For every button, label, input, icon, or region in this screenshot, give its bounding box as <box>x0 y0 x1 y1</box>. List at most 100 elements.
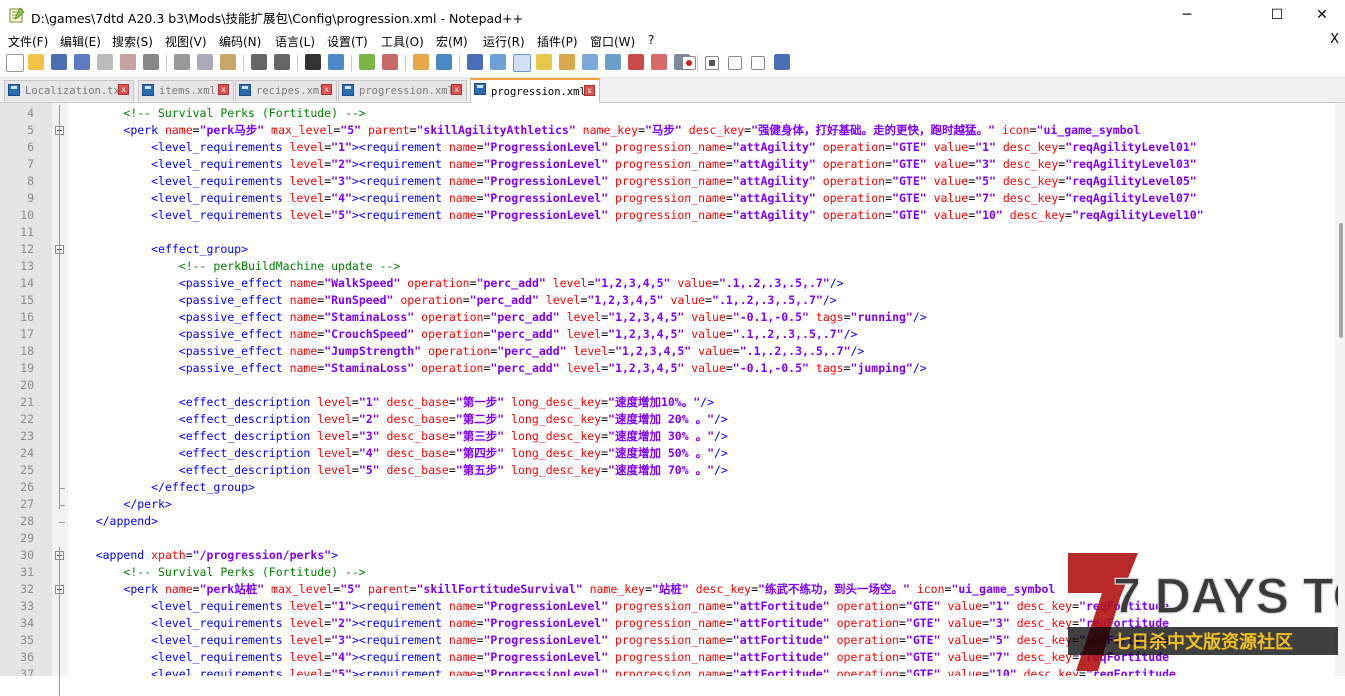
menu-view[interactable]: 视图(V) <box>165 33 207 50</box>
menu-search[interactable]: 搜索(S) <box>112 33 153 50</box>
code-token: level <box>289 633 325 647</box>
tab-close-icon[interactable]: x <box>118 84 129 95</box>
code-token: "StaminaLoss" <box>324 310 415 324</box>
sync-horizontal-icon[interactable] <box>436 54 452 70</box>
print-icon[interactable] <box>143 54 159 70</box>
maximize-button[interactable]: ☐ <box>1254 0 1300 31</box>
save-macro-icon[interactable] <box>774 54 790 70</box>
code-token: operation <box>815 191 886 205</box>
open-file-icon[interactable] <box>28 54 44 70</box>
word-wrap-icon[interactable] <box>467 54 483 70</box>
code-token: <passive_effect <box>178 361 290 375</box>
scrollbar-thumb[interactable] <box>1339 223 1343 338</box>
code-token: = <box>476 616 484 630</box>
toolbar-separator <box>297 55 298 71</box>
undo-icon[interactable] <box>251 54 267 70</box>
code-token: <level_requirements <box>151 191 290 205</box>
menu-help[interactable]: ? <box>648 33 654 47</box>
line-number: 35 <box>20 633 34 647</box>
code-token: "reqAgilityLevel01" <box>1065 140 1197 154</box>
tab-progression-1[interactable]: progression.xml x <box>338 80 467 101</box>
show-all-chars-icon[interactable] <box>490 54 506 70</box>
new-file-icon[interactable] <box>6 54 24 72</box>
code-token: <level_requirements <box>151 140 290 154</box>
code-token: level <box>566 344 609 358</box>
code-token: "2" <box>331 157 352 171</box>
replace-icon[interactable] <box>328 54 344 70</box>
code-token: desc_key <box>995 191 1059 205</box>
code-token: /> <box>714 429 728 443</box>
code-token: "perc_add" <box>490 327 560 341</box>
tab-close-icon[interactable]: x <box>451 84 462 95</box>
menu-tools[interactable]: 工具(O) <box>381 33 424 50</box>
close-icon[interactable] <box>97 54 113 70</box>
tab-localization[interactable]: Localization.txt x <box>4 80 134 101</box>
code-token: "3" <box>989 616 1010 630</box>
code-token: = <box>725 599 733 613</box>
document-icon[interactable] <box>628 54 644 70</box>
menu-edit[interactable]: 编辑(E) <box>60 33 101 50</box>
code-token: "ProgressionLevel" <box>483 191 609 205</box>
stop-macro-icon[interactable] <box>705 56 719 70</box>
folder-icon[interactable] <box>651 54 667 70</box>
sync-vertical-icon[interactable] <box>413 54 429 70</box>
code-token: /> <box>714 463 728 477</box>
paste-icon[interactable] <box>220 54 236 70</box>
tab-close-icon[interactable]: x <box>321 84 332 95</box>
folder-workspace-icon[interactable] <box>605 54 621 70</box>
code-line: <level_requirements level = "4"><requireme… <box>68 649 1169 666</box>
menu-encoding[interactable]: 编码(N) <box>219 33 261 50</box>
play-multiple-icon[interactable] <box>751 56 765 70</box>
cut-icon[interactable] <box>174 54 190 70</box>
code-line: <effect_description level="2" desc_base=… <box>68 411 728 428</box>
code-token: <!-- Survival Perks (Fortitude) --> <box>123 565 366 579</box>
udl-icon[interactable] <box>536 54 552 70</box>
save-all-icon[interactable] <box>74 54 90 70</box>
tab-items[interactable]: items.xml x <box>138 80 234 101</box>
toolbar-separator <box>405 55 406 71</box>
redo-icon[interactable] <box>274 54 290 70</box>
indent-guide-icon[interactable] <box>513 54 531 72</box>
save-icon[interactable] <box>51 54 67 70</box>
menu-file[interactable]: 文件(F) <box>8 33 48 50</box>
close-document-button[interactable]: X <box>1330 32 1339 47</box>
menu-settings[interactable]: 设置(T) <box>327 33 368 50</box>
code-token: = <box>476 157 484 171</box>
menu-macro[interactable]: 宏(M) <box>436 33 468 50</box>
tab-close-icon[interactable]: x <box>218 84 229 95</box>
code-token: = <box>982 667 989 676</box>
code-token: level <box>289 208 325 222</box>
function-list-icon[interactable] <box>582 54 598 70</box>
close-window-button[interactable]: ✕ <box>1299 0 1345 31</box>
code-token: "速度增加10%。" <box>608 395 701 409</box>
code-token: "/progression/perks" <box>192 548 332 562</box>
tab-recipes[interactable]: recipes.xml x <box>235 80 337 101</box>
line-number: 26 <box>20 480 34 494</box>
zoom-in-icon[interactable] <box>359 54 375 70</box>
play-macro-icon[interactable] <box>728 56 742 70</box>
menu-run[interactable]: 运行(R) <box>483 33 525 50</box>
code-token: /> <box>829 276 844 290</box>
menu-language[interactable]: 语言(L) <box>275 33 315 50</box>
code-line: <passive_effect name = "RunSpeed" operatio… <box>68 292 837 309</box>
code-token: = <box>462 293 470 307</box>
record-macro-icon[interactable] <box>682 56 696 70</box>
code-token: "3" <box>358 429 380 443</box>
code-token: "attAgility" <box>732 140 816 154</box>
fold-end-marker <box>59 505 65 506</box>
code-token: desc_key <box>1009 616 1073 630</box>
minimize-button[interactable]: ─ <box>1164 0 1210 31</box>
zoom-out-icon[interactable] <box>382 54 398 70</box>
find-icon[interactable] <box>305 54 321 70</box>
menu-plugins[interactable]: 插件(P) <box>537 33 578 50</box>
copy-icon[interactable] <box>197 54 213 70</box>
tab-close-icon[interactable]: x <box>584 85 595 96</box>
close-all-icon[interactable] <box>120 54 136 70</box>
code-token: "ProgressionLevel" <box>483 650 609 664</box>
doc-map-icon[interactable] <box>559 54 575 70</box>
code-token: = <box>351 463 359 477</box>
tab-progression-active[interactable]: progression.xml x <box>470 78 600 103</box>
menu-window[interactable]: 窗口(W) <box>590 33 635 50</box>
